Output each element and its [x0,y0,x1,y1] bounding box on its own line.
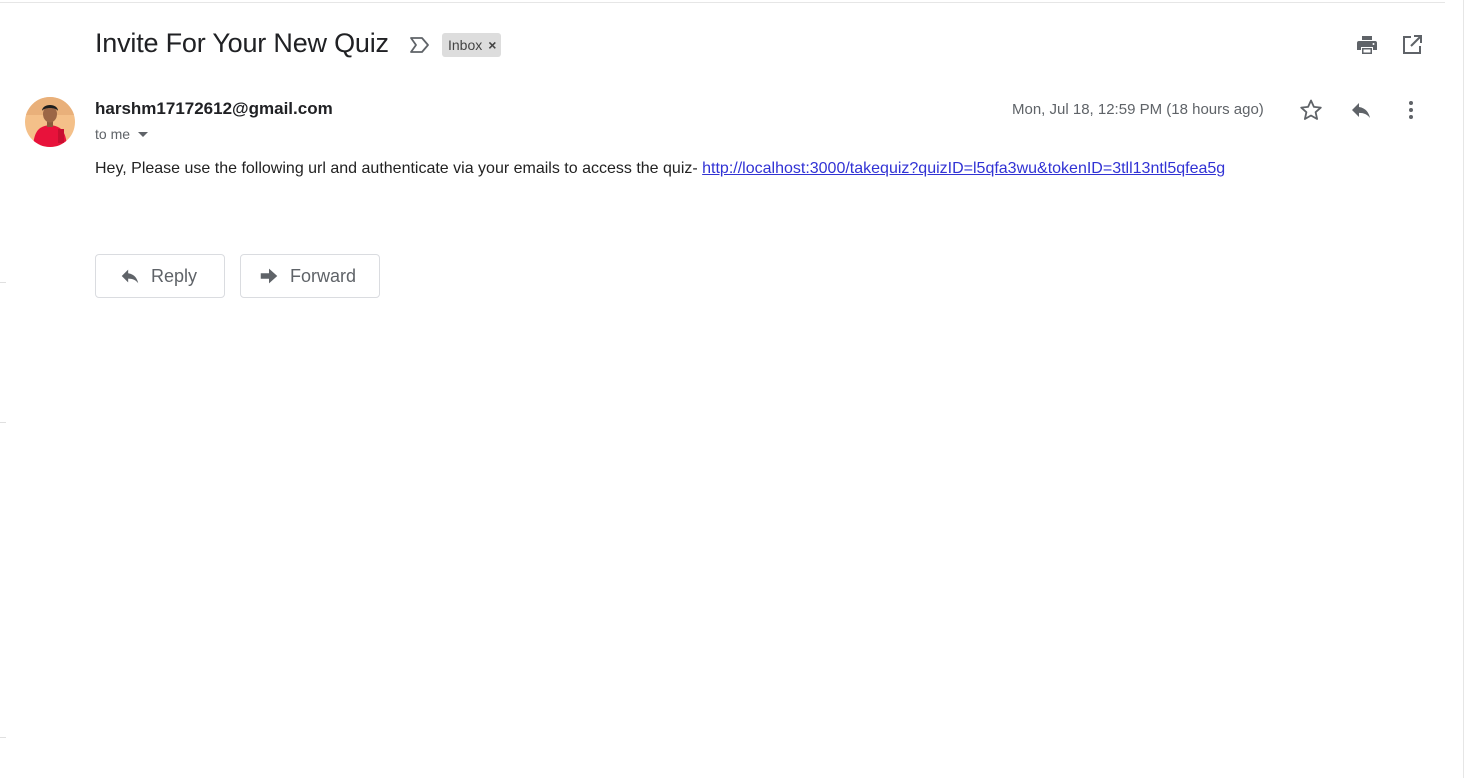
importance-marker-icon[interactable] [408,35,432,55]
left-divider-mark [0,282,6,283]
recipient-summary[interactable]: to me [95,126,149,142]
open-in-new-window-icon[interactable] [1400,33,1424,57]
body-text: Hey, Please use the following url and au… [95,160,703,177]
email-subject: Invite For Your New Quiz [95,28,389,58]
chevron-down-icon[interactable] [138,131,149,137]
email-view: Invite For Your New Quiz Inbox × harshm1… [0,0,1465,778]
label-text: Inbox [448,37,483,53]
inbox-label-chip[interactable]: Inbox × [442,33,502,57]
reply-icon[interactable] [1349,98,1373,122]
top-divider [0,2,1445,3]
left-divider-mark [0,422,6,423]
quiz-link[interactable]: http://localhost:3000/takequiz?quizID=l5… [702,160,1225,177]
left-divider-mark [0,737,6,738]
star-icon[interactable] [1299,98,1323,122]
sender-avatar[interactable] [25,97,75,147]
remove-label-icon[interactable]: × [488,37,496,53]
forward-button-label: Forward [290,265,357,286]
sender-email: harshm17172612@gmail.com [95,99,333,118]
avatar-image [25,97,75,147]
recipient-text: to me [95,126,131,142]
forward-button[interactable]: Forward [240,254,380,298]
right-divider [1463,0,1464,778]
more-vert-icon[interactable] [1399,98,1423,122]
reply-button[interactable]: Reply [95,254,225,298]
print-icon[interactable] [1355,33,1379,57]
email-body: Hey, Please use the following url and au… [95,160,1225,178]
reply-icon [121,269,139,284]
reply-button-label: Reply [151,265,198,286]
forward-icon [260,268,278,284]
email-date: Mon, Jul 18, 12:59 PM (18 hours ago) [1012,101,1264,118]
